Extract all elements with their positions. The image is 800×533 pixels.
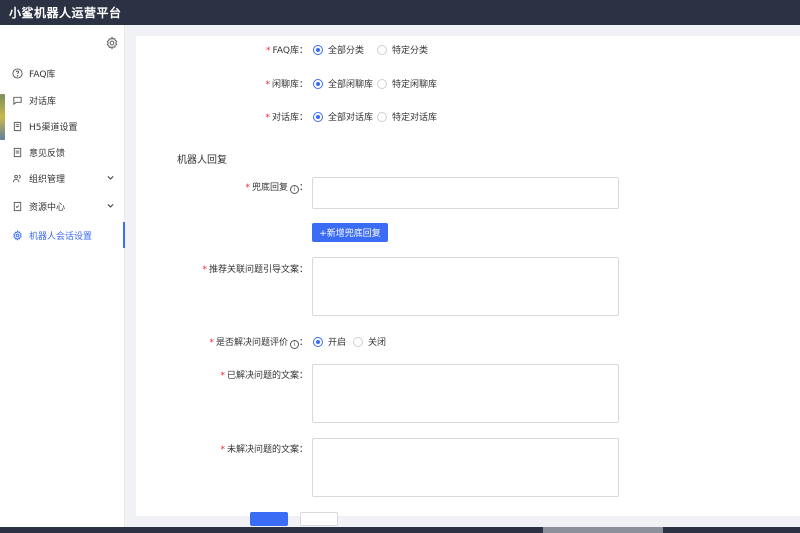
mobile-icon [12, 121, 23, 132]
radio-dot [313, 111, 323, 122]
sidebar-item-label: H5渠道设置 [29, 122, 78, 133]
sidebar-item-h5[interactable]: H5渠道设置 [0, 113, 125, 139]
settings-gear-icon[interactable] [105, 36, 119, 50]
chat-icon [12, 95, 23, 106]
app-title: 小鲨机器人运营平台 [9, 6, 122, 20]
add-fallback-button[interactable]: +新增兜底回复 [312, 223, 388, 242]
folder-icon [12, 201, 23, 212]
chat-label: * 闲聊库： [265, 80, 308, 90]
radio-dialog-all[interactable]: 全部对话库 [313, 110, 373, 123]
sidebar-item-faq[interactable]: FAQ库 [0, 60, 125, 86]
sidebar-item-feedback[interactable]: 意见反馈 [0, 139, 125, 165]
unsolved-label: * 未解决问题的文案： [220, 445, 308, 455]
scroll-indicator [0, 94, 5, 140]
radio-dot [377, 78, 387, 89]
evaluate-label: * 是否解决问题评价 i： [209, 338, 308, 349]
sidebar-item-label: 机器人会话设置 [29, 231, 93, 242]
radio-dot [377, 44, 387, 55]
radio-chat-specific[interactable]: 特定闲聊库 [377, 77, 437, 90]
radio-dialog-specific[interactable]: 特定对话库 [377, 110, 437, 123]
sidebar-item-label: 资源中心 [29, 202, 66, 213]
chevron-down-icon [106, 173, 115, 182]
radio-evaluate-off[interactable]: 关闭 [353, 335, 386, 348]
sidebar-item-label: FAQ库 [29, 69, 56, 80]
sidebar-item-label: 组织管理 [29, 174, 66, 185]
solved-label: * 已解决问题的文案： [220, 371, 308, 381]
radio-chat-all[interactable]: 全部闲聊库 [313, 77, 373, 90]
question-circle-icon [12, 67, 23, 79]
top-bar: 小鲨机器人运营平台 [0, 0, 800, 25]
sidebar-item-robot-session[interactable]: 机器人会话设置 [0, 222, 125, 248]
fallback-input[interactable] [312, 177, 619, 209]
solved-textarea[interactable] [312, 364, 619, 423]
sidebar: FAQ库 对话库 H5渠道设置 意见反馈 组织管理 资源中心 机器人会话设置 [0, 25, 125, 527]
document-icon [12, 147, 23, 158]
sidebar-item-label: 意见反馈 [29, 148, 66, 159]
chevron-down-icon [106, 201, 115, 210]
radio-dot [313, 44, 323, 55]
recommend-textarea[interactable] [312, 257, 619, 316]
unsolved-textarea[interactable] [312, 438, 619, 497]
submit-button[interactable] [250, 512, 288, 526]
sidebar-item-dialog[interactable]: 对话库 [0, 87, 125, 113]
users-icon [12, 173, 23, 184]
radio-faq-specific[interactable]: 特定分类 [377, 43, 428, 56]
fallback-label: * 兜底回复 i： [245, 183, 308, 194]
bottom-bar [0, 527, 800, 533]
horizontal-scrollbar[interactable] [543, 527, 663, 533]
recommend-label: * 推荐关联问题引导文案： [202, 265, 308, 275]
gear-icon [12, 229, 23, 241]
radio-dot [313, 336, 323, 347]
radio-dot [353, 336, 363, 347]
sidebar-item-label: 对话库 [29, 96, 57, 107]
radio-dot [313, 78, 323, 89]
radio-dot [377, 111, 387, 122]
cancel-button[interactable] [300, 512, 338, 526]
info-icon[interactable]: i [289, 185, 299, 194]
info-icon[interactable]: i [289, 340, 299, 349]
radio-faq-all[interactable]: 全部分类 [313, 43, 364, 56]
section-title: 机器人回复 [177, 155, 227, 166]
dialog-label: * 对话库： [265, 113, 308, 123]
faq-label: * FAQ库： [266, 46, 308, 56]
radio-evaluate-on[interactable]: 开启 [313, 335, 346, 348]
sidebar-item-org[interactable]: 组织管理 [0, 165, 125, 191]
sidebar-item-resources[interactable]: 资源中心 [0, 193, 125, 219]
